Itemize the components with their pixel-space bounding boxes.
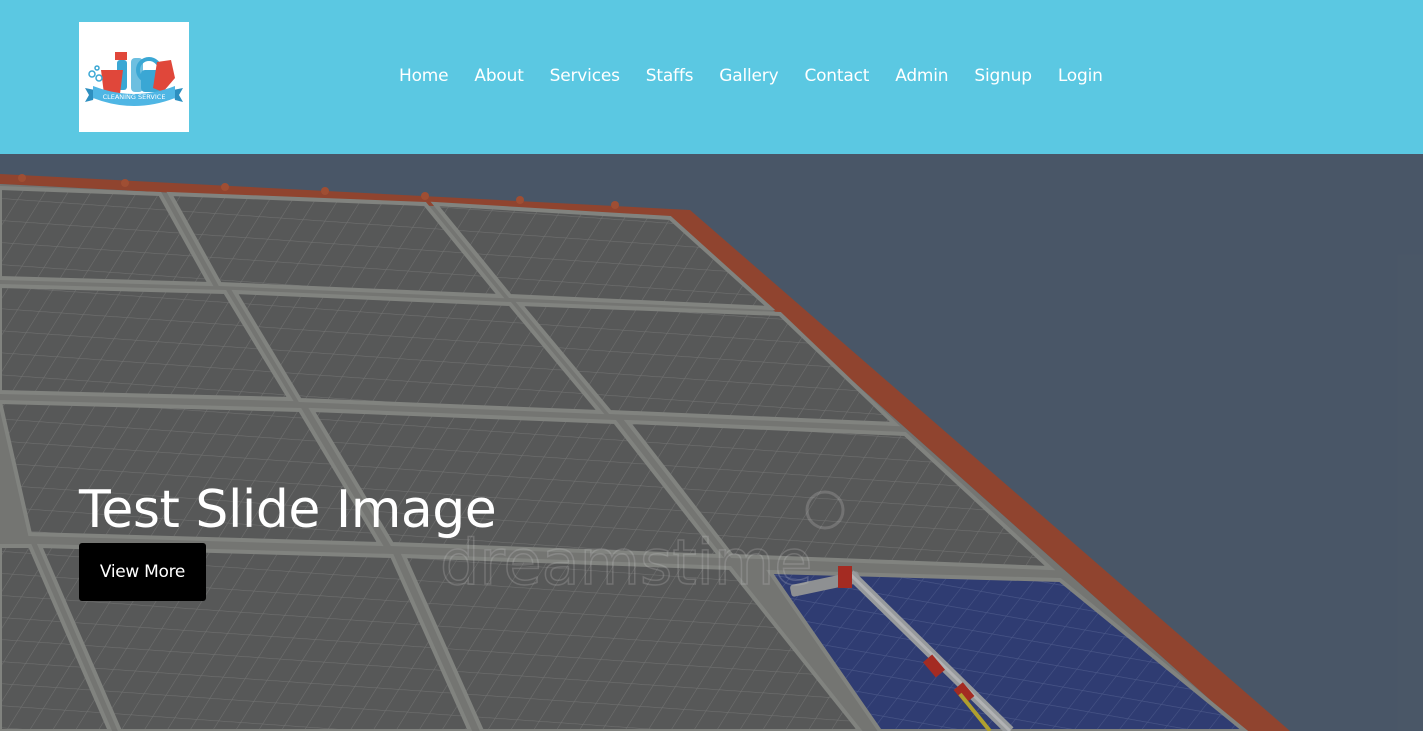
site-logo[interactable]: CLEANING SERVICE xyxy=(79,22,189,132)
nav-gallery[interactable]: Gallery xyxy=(706,62,791,90)
site-header: CLEANING SERVICE Home About Services Sta… xyxy=(0,0,1423,154)
nav-about[interactable]: About xyxy=(461,62,536,90)
main-nav: Home About Services Staffs Gallery Conta… xyxy=(386,62,1116,90)
logo-graphic: CLEANING SERVICE xyxy=(85,52,183,106)
nav-services[interactable]: Services xyxy=(537,62,633,90)
hero-title: Test Slide Image xyxy=(79,480,497,540)
logo-text: CLEANING SERVICE xyxy=(103,93,166,101)
nav-login[interactable]: Login xyxy=(1045,62,1116,90)
view-more-button[interactable]: View More xyxy=(79,543,206,601)
nav-contact[interactable]: Contact xyxy=(791,62,882,90)
hero-slider: dreamstime Test Slide Image View More xyxy=(0,154,1423,731)
nav-signup[interactable]: Signup xyxy=(961,62,1044,90)
nav-admin[interactable]: Admin xyxy=(882,62,961,90)
nav-home[interactable]: Home xyxy=(386,62,461,90)
hero-background-image: dreamstime xyxy=(0,154,1423,731)
nav-staffs[interactable]: Staffs xyxy=(633,62,707,90)
